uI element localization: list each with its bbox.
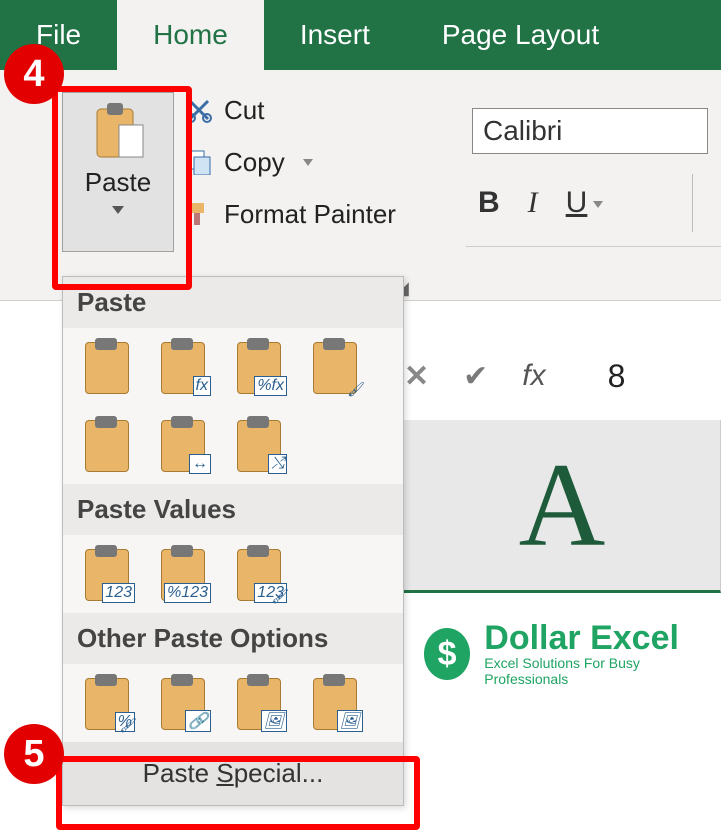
clipboard-icon [91,101,145,161]
underline-button[interactable]: U [566,186,604,220]
tab-page-layout[interactable]: Page Layout [406,0,635,70]
paste-no-borders-icon[interactable] [77,416,135,474]
copy-label: Copy [224,147,285,178]
paste-split-button[interactable]: Paste [62,92,174,252]
ribbon-home: Paste Cut Copy Format Painter ◢ B I U [0,70,721,301]
paste-options-menu: Paste fx %fx 🖌 ↔ ⤭ Paste Values 123 %123 123🖌… [62,276,404,806]
menu-section-other: Other Paste Options [63,613,403,664]
tab-insert[interactable]: Insert [264,0,406,70]
menu-section-paste: Paste [63,277,403,328]
format-painter-label: Format Painter [224,199,396,230]
column-header-a[interactable]: A [404,420,721,593]
ribbon-tabs: File Home Insert Page Layout [0,0,721,70]
tab-home[interactable]: Home [117,0,264,70]
paste-formatting-icon[interactable]: %🖌 [77,674,135,732]
format-painter-button[interactable]: Format Painter [186,188,396,240]
paste-picture-icon[interactable]: 🖼 [229,674,287,732]
clipboard-commands: Cut Copy Format Painter [186,84,396,240]
callout-number-5: 5 [4,724,64,784]
cut-button[interactable]: Cut [186,84,396,136]
paintbrush-icon [186,201,212,227]
underline-caret-icon [593,201,603,208]
paste-keep-width-icon[interactable]: ↔ [153,416,211,474]
paste-linked-picture-icon[interactable]: 🖼 [305,674,363,732]
paste-values-source-icon[interactable]: 123🖌 [229,545,287,603]
cancel-icon[interactable]: ✕ [404,359,429,394]
paste-values-number-icon[interactable]: %123 [153,545,211,603]
menu-section-values: Paste Values [63,484,403,535]
formula-value[interactable]: 8 [608,358,626,395]
font-name-combo[interactable] [472,108,708,154]
scissors-icon [186,97,212,123]
separator [466,246,721,247]
font-style-buttons: B I U [478,186,603,220]
brand-title: Dollar Excel [484,621,701,655]
paste-formulas-icon[interactable]: fx [153,338,211,396]
paste-transpose-icon[interactable]: ⤭ [229,416,287,474]
brand-cell: $ Dollar Excel Excel Solutions For Busy … [404,593,721,715]
enter-icon[interactable]: ✔ [463,359,488,394]
cut-label: Cut [224,95,264,126]
copy-icon [186,149,212,175]
paste-link-icon[interactable]: 🔗 [153,674,211,732]
paste-all-icon[interactable] [77,338,135,396]
copy-button[interactable]: Copy [186,136,396,188]
separator [692,174,693,232]
paste-dropdown-caret-icon [112,206,124,214]
formula-bar: ✕ ✔ fx 8 [404,346,625,406]
callout-number-4: 4 [4,44,64,104]
fx-icon[interactable]: fx [522,359,545,393]
paste-values-icon[interactable]: 123 [77,545,135,603]
worksheet-area: A $ Dollar Excel Excel Solutions For Bus… [404,420,721,830]
paste-special-item[interactable]: Paste Special... [63,742,403,805]
brand-subtitle: Excel Solutions For Busy Professionals [484,655,701,687]
dollar-excel-logo-icon: $ [424,628,470,680]
paste-label: Paste [85,167,152,198]
paste-formulas-number-icon[interactable]: %fx [229,338,287,396]
bold-button[interactable]: B [478,186,500,220]
italic-button[interactable]: I [528,186,538,220]
copy-dropdown-caret-icon [303,159,313,166]
paste-keep-source-icon[interactable]: 🖌 [305,338,363,396]
